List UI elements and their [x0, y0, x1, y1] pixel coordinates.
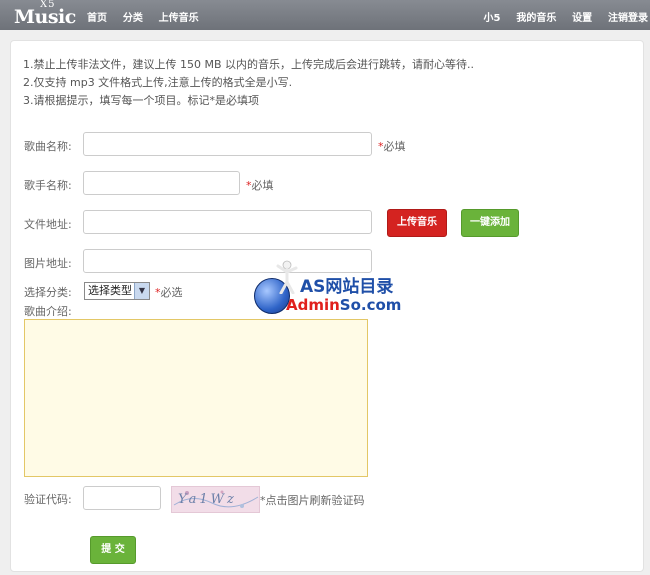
nav-item-settings[interactable]: 设置: [572, 13, 592, 24]
top-nav-bar: X5 Music 首页 分类 上传音乐 小5 我的音乐 设置 注销登录: [0, 0, 650, 30]
watermark-domain-blue: So.com: [339, 296, 402, 314]
nav-left-menu: 首页 分类 上传音乐: [87, 9, 211, 24]
captcha-hint: *点击图片刷新验证码: [260, 494, 365, 507]
logo-main-text: Music: [14, 6, 76, 28]
nav-item-upload[interactable]: 上传音乐: [159, 13, 199, 24]
singer-label: 歌手名称:: [24, 179, 72, 192]
singer-required: *必填: [246, 177, 274, 193]
watermark-title: AS网站目录: [300, 277, 394, 297]
captcha-label: 验证代码:: [24, 493, 72, 506]
image-address-label: 图片地址:: [24, 257, 72, 270]
nav-item-home[interactable]: 首页: [87, 13, 107, 24]
captcha-image[interactable]: Ya1Wz: [171, 486, 260, 513]
site-logo[interactable]: X5 Music: [14, 0, 76, 30]
required-text: 必填: [251, 179, 274, 192]
nav-right-menu: 小5 我的音乐 设置 注销登录: [472, 9, 648, 24]
category-label: 选择分类:: [24, 286, 72, 299]
captcha-input[interactable]: [83, 486, 161, 510]
upload-music-button[interactable]: 上传音乐: [387, 209, 447, 237]
note-line: 1.禁止上传非法文件，建议上传 150 MB 以内的音乐，上传完成后会进行跳转，…: [23, 58, 475, 71]
chevron-down-icon[interactable]: ▼: [134, 283, 149, 299]
watermark-domain-red: Admin: [286, 296, 340, 314]
watermark-domain: AdminSo.com: [286, 296, 401, 314]
song-name-label: 歌曲名称:: [24, 140, 72, 153]
category-select[interactable]: 选择类型 ▼: [84, 282, 150, 300]
nav-item-category[interactable]: 分类: [123, 13, 143, 24]
category-required: *必选: [155, 284, 183, 300]
file-address-input[interactable]: [83, 210, 372, 234]
site-watermark-logo: AS网站目录 AdminSo.com: [252, 258, 412, 318]
note-line: 2.仅支持 mp3 文件格式上传,注意上传的格式全是小写.: [23, 76, 293, 89]
file-address-label: 文件地址:: [24, 218, 72, 231]
nav-item-username[interactable]: 小5: [484, 13, 501, 24]
song-intro-textarea[interactable]: [24, 319, 368, 477]
person-figure-icon: [276, 260, 298, 294]
song-intro-label: 歌曲介绍:: [24, 305, 72, 318]
quick-add-button[interactable]: 一键添加: [461, 209, 519, 237]
captcha-image-text: Ya1Wz: [178, 492, 237, 507]
song-name-required: *必填: [378, 138, 406, 154]
category-selected-value: 选择类型: [88, 284, 132, 297]
required-text: 必填: [383, 140, 406, 153]
note-line: 3.请根据提示，填写每一个项目。标记*是必填项: [23, 94, 259, 107]
nav-item-logout[interactable]: 注销登录: [608, 13, 648, 24]
required-text: 必选: [160, 286, 183, 299]
upload-notes: 1.禁止上传非法文件，建议上传 150 MB 以内的音乐，上传完成后会进行跳转，…: [23, 56, 474, 110]
song-name-input[interactable]: [83, 132, 372, 156]
nav-item-my-music[interactable]: 我的音乐: [516, 13, 556, 24]
singer-input[interactable]: [83, 171, 240, 195]
submit-button[interactable]: 提 交: [90, 536, 136, 564]
